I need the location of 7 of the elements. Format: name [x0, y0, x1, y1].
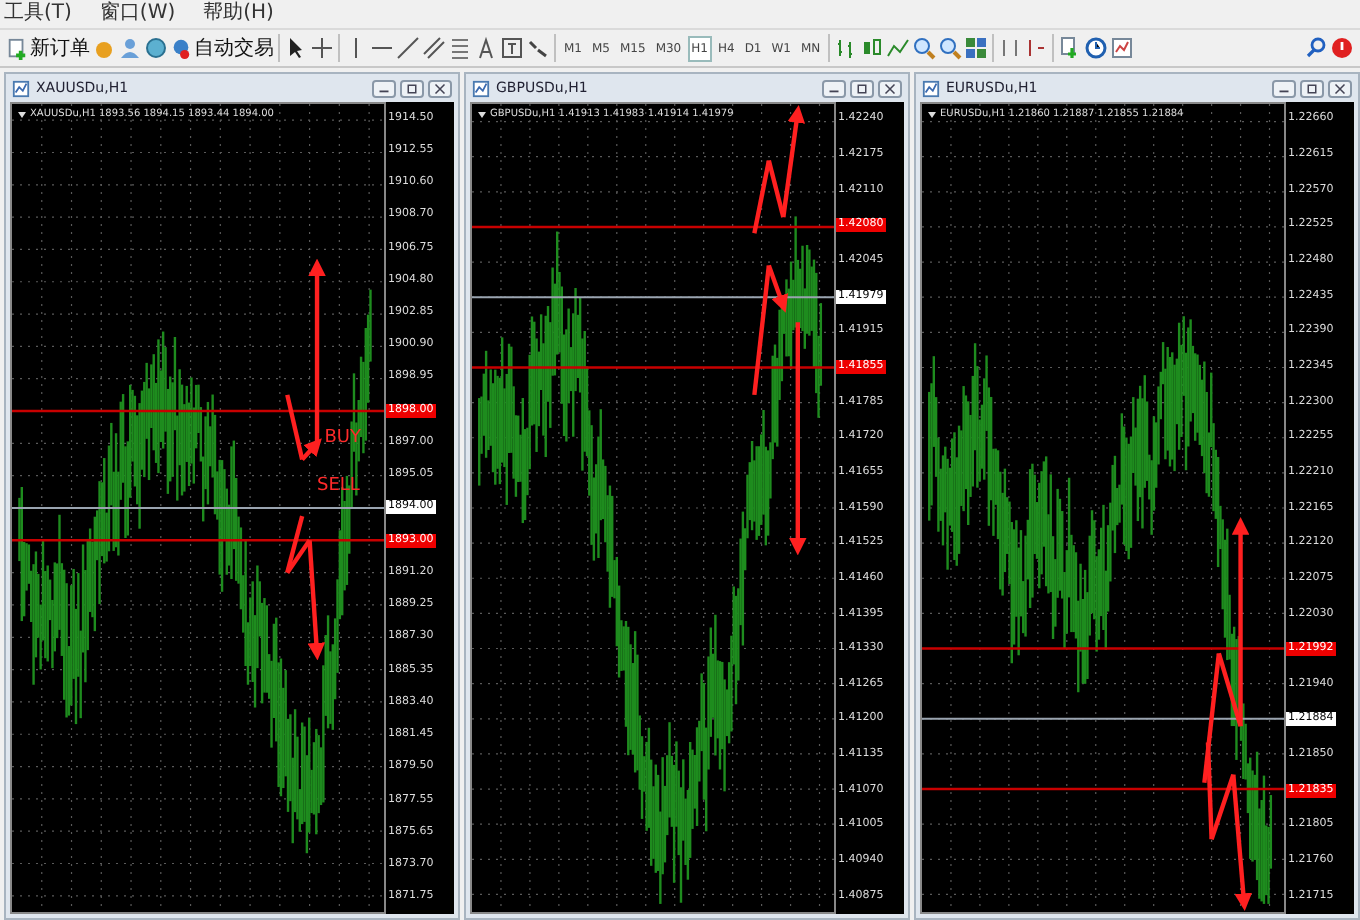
menu-item[interactable]: 帮助(H) [203, 2, 274, 26]
annotation-label: BUY [324, 427, 361, 448]
new-order-button[interactable]: 新订单 [6, 34, 90, 62]
menu-item[interactable]: 工具(T) [4, 2, 72, 26]
menu-item[interactable]: 窗口(W) [99, 2, 176, 26]
annotation-label: SELL [317, 475, 360, 496]
auto-trading-button[interactable]: 自动交易 [170, 34, 274, 62]
